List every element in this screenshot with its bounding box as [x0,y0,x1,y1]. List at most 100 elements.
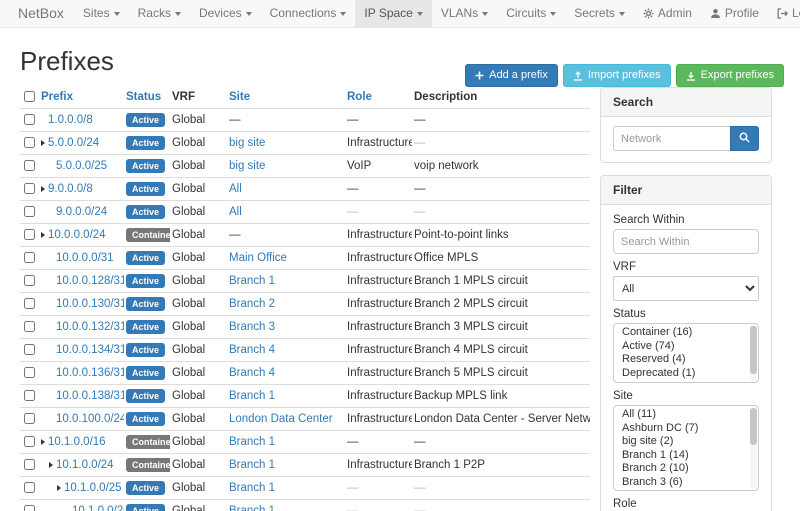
site-link[interactable]: Branch 1 [229,436,275,448]
row-checkbox[interactable] [24,275,35,286]
row-checkbox[interactable] [24,390,35,401]
site-link[interactable]: Branch 4 [229,367,275,379]
prefix-link[interactable]: 10.0.0.0/24 [48,229,106,241]
admin-link[interactable]: Admin [634,0,701,27]
list-option[interactable]: Branch 2 (10) [614,462,748,476]
list-option[interactable]: Branch 4 (12) [614,489,748,491]
list-option[interactable]: Ashburn DC (7) [614,422,748,436]
search-within-input[interactable] [613,229,759,254]
prefix-link[interactable]: 10.0.0.130/31 [56,298,124,310]
nav-item-sites[interactable]: Sites [74,0,129,27]
site-link[interactable]: Branch 1 [229,390,275,402]
row-checkbox[interactable] [24,252,35,263]
prefix-link[interactable]: 10.0.0.134/31 [56,344,124,356]
prefix-link[interactable]: 1.0.0.0/8 [48,114,93,126]
prefix-link[interactable]: 5.0.0.0/24 [48,137,99,149]
column-header-site[interactable]: Site [227,87,345,109]
site-link[interactable]: Branch 1 [229,459,275,471]
vrf-select[interactable]: All [613,276,759,301]
search-icon [739,130,750,148]
nav-item-connections[interactable]: Connections [261,0,356,27]
status-listbox[interactable]: Container (16)Active (74)Reserved (4)Dep… [613,323,759,383]
prefix-indent [41,329,49,330]
site-link[interactable]: Branch 1 [229,505,275,511]
row-checkbox[interactable] [24,482,35,493]
nav-item-secrets[interactable]: Secrets [565,0,634,27]
row-checkbox[interactable] [24,459,35,470]
site-link[interactable]: Branch 4 [229,344,275,356]
list-option[interactable]: Reserved (4) [614,353,748,367]
prefix-link[interactable]: 9.0.0.0/24 [56,206,107,218]
vrf-value: Global [172,114,205,126]
site-link[interactable]: All [229,183,242,195]
list-option[interactable]: Active (74) [614,340,748,354]
site-link[interactable]: Branch 2 [229,298,275,310]
select-all-checkbox[interactable] [24,91,35,102]
column-header-status[interactable]: Status [124,87,170,109]
row-checkbox[interactable] [24,298,35,309]
add-prefix-button[interactable]: Add a prefix [465,64,558,87]
scrollbar-thumb[interactable] [750,326,757,374]
row-checkbox[interactable] [24,137,35,148]
prefix-link[interactable]: 10.1.0.0/25 [64,482,122,494]
site-link[interactable]: Branch 1 [229,482,275,494]
row-checkbox[interactable] [24,183,35,194]
row-checkbox[interactable] [24,206,35,217]
brand-link[interactable]: NetBox [10,0,74,27]
prefix-link[interactable]: 5.0.0.0/25 [56,160,107,172]
site-link[interactable]: All [229,206,242,218]
row-checkbox[interactable] [24,229,35,240]
nav-item-racks[interactable]: Racks [129,0,190,27]
row-checkbox[interactable] [24,114,35,125]
list-option[interactable]: Container (16) [614,326,748,340]
list-option[interactable]: big site (2) [614,435,748,449]
expand-arrow-icon [41,439,45,445]
prefix-link[interactable]: 10.0.0.132/31 [56,321,124,333]
prefix-link[interactable]: 10.0.0.128/31 [56,275,124,287]
prefix-link[interactable]: 9.0.0.0/8 [48,183,93,195]
nav-item-devices[interactable]: Devices [190,0,261,27]
list-option[interactable]: All (11) [614,408,748,422]
vrf-value: Global [172,206,205,218]
column-header-role[interactable]: Role [345,87,412,109]
profile-link[interactable]: Profile [701,0,768,27]
row-checkbox[interactable] [24,413,35,424]
import-prefixes-button[interactable]: Import prefixes [563,64,671,87]
row-checkbox[interactable] [24,344,35,355]
prefix-link[interactable]: 10.0.0.138/31 [56,390,124,402]
row-checkbox[interactable] [24,436,35,447]
site-link[interactable]: Branch 3 [229,321,275,333]
row-checkbox[interactable] [24,160,35,171]
site-link[interactable]: Main Office [229,252,287,264]
prefix-link[interactable]: 10.1.0.0/16 [48,436,106,448]
nav-item-vlans[interactable]: VLANs [432,0,497,27]
status-badge: Active [126,182,165,196]
vrf-cell: Global [170,454,227,477]
row-checkbox-cell [20,247,39,270]
list-option[interactable]: Deprecated (1) [614,367,748,381]
status-cell: Active [124,155,170,178]
site-link[interactable]: big site [229,160,265,172]
site-link[interactable]: big site [229,137,265,149]
nav-item-circuits[interactable]: Circuits [497,0,565,27]
prefix-link[interactable]: 10.1.0.0/26 [72,505,124,511]
prefix-link[interactable]: 10.0.0.136/31 [56,367,124,379]
search-input[interactable] [613,126,730,151]
prefix-link[interactable]: 10.0.0.0/31 [56,252,114,264]
search-button[interactable] [730,126,759,151]
nav-item-ip-space[interactable]: IP Space [355,0,431,27]
list-option[interactable]: Branch 3 (6) [614,476,748,490]
site-link[interactable]: Branch 1 [229,275,275,287]
scrollbar-thumb[interactable] [750,408,757,445]
prefix-link[interactable]: 10.1.0.0/24 [56,459,114,471]
row-checkbox[interactable] [24,367,35,378]
site-link[interactable]: London Data Center [229,413,333,425]
logout-link[interactable]: Log out [768,0,800,27]
row-checkbox[interactable] [24,321,35,332]
list-option[interactable]: Branch 1 (14) [614,449,748,463]
export-prefixes-button[interactable]: Export prefixes [676,64,784,87]
column-header-prefix[interactable]: Prefix [39,87,124,109]
prefix-link[interactable]: 10.0.100.0/24 [56,413,124,425]
row-checkbox[interactable] [24,505,35,511]
site-listbox[interactable]: All (11)Ashburn DC (7)big site (2)Branch… [613,405,759,491]
